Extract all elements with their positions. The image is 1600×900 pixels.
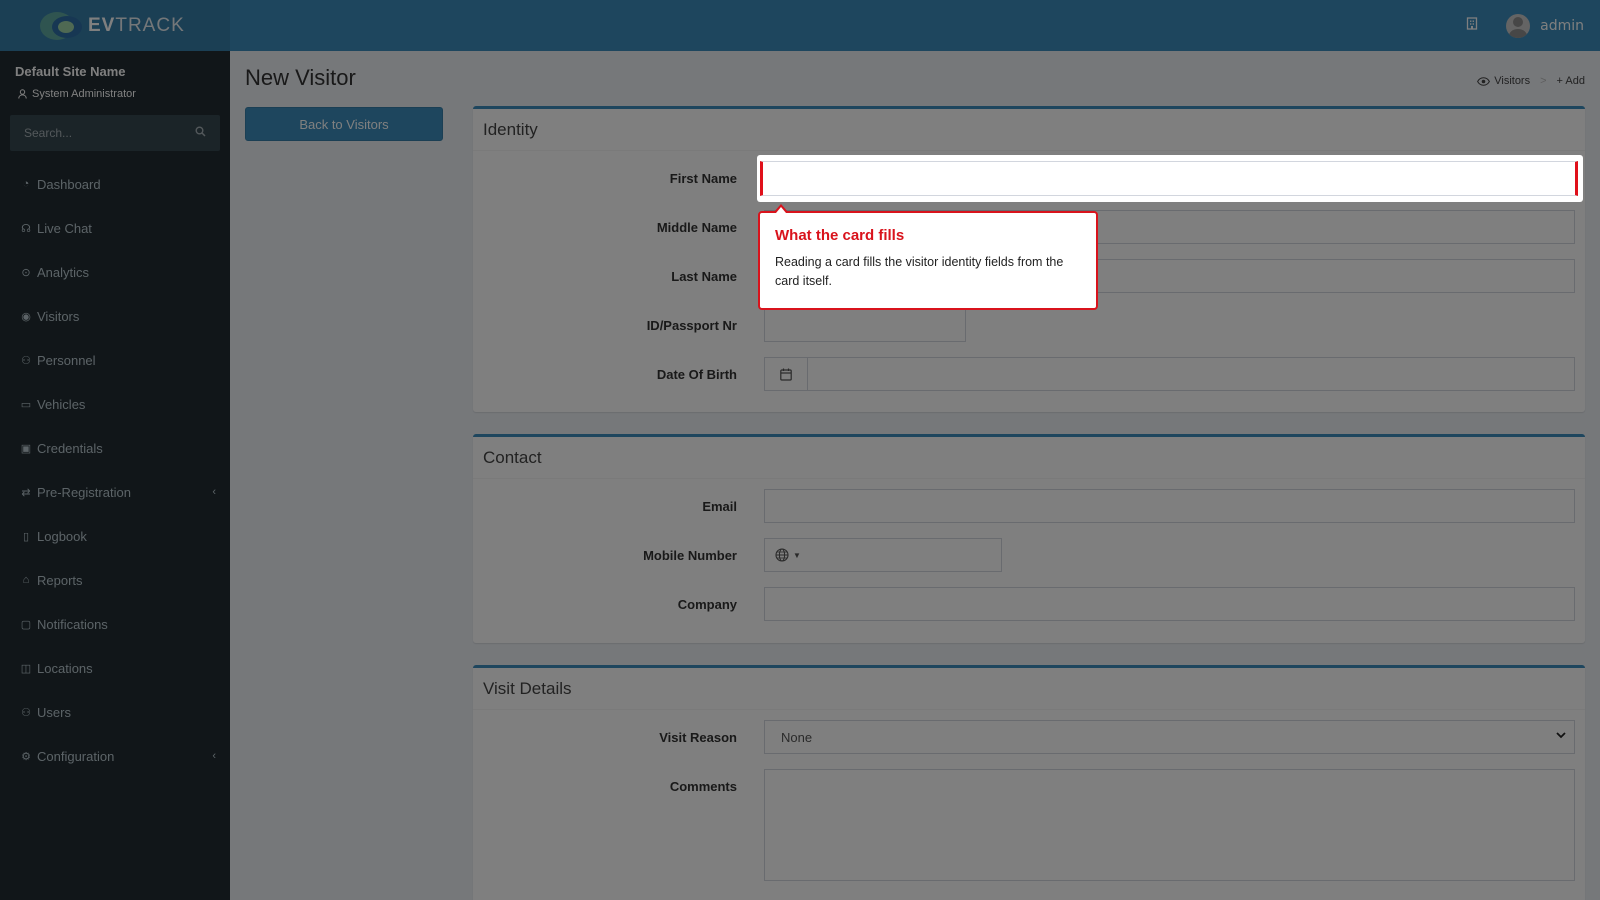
- tour-overlay: [0, 0, 1600, 900]
- first-name-input-highlighted[interactable]: [760, 161, 1578, 196]
- tooltip-title: What the card fills: [775, 227, 905, 244]
- tooltip-body: Reading a card fills the visitor identit…: [775, 255, 1064, 288]
- tour-highlight-first-name: [757, 155, 1583, 202]
- tour-tooltip: What the card fills Reading a card fills…: [758, 204, 1098, 310]
